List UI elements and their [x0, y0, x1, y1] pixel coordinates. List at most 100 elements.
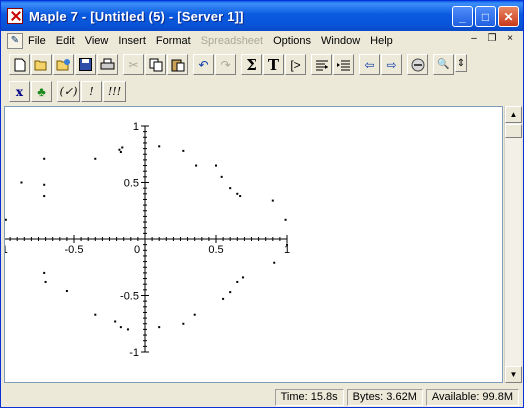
maximize-button[interactable]: □ [475, 6, 496, 27]
paste-icon[interactable] [167, 54, 188, 75]
prompt-icon[interactable]: [> [285, 54, 306, 75]
data-point [44, 280, 47, 283]
x-tick-label: -1 [5, 244, 8, 256]
menu-insert[interactable]: Insert [113, 35, 151, 47]
menu-options[interactable]: Options [268, 35, 316, 47]
data-point [126, 328, 129, 331]
x-tick-label: 0.5 [208, 244, 223, 256]
open-url-icon[interactable] [53, 54, 74, 75]
data-point [119, 150, 122, 153]
y-tick-label: -0.5 [120, 291, 139, 303]
worksheet-area[interactable]: -1 -0.5 0 0.5 1 1 0.5 -0.5 -1 [4, 106, 503, 383]
data-point [43, 183, 46, 186]
child-window-controls: – ❐ × [467, 33, 517, 44]
data-point [114, 320, 117, 323]
y-tick-label: -1 [129, 347, 139, 359]
y-tick-label: 0.5 [124, 178, 139, 190]
maple-window: Maple 7 - [Untitled (5) - [Server 1]] _ … [0, 0, 524, 408]
forward-icon[interactable]: ⇨ [381, 54, 402, 75]
exec-all-icon[interactable] [333, 54, 354, 75]
scroll-thumb[interactable] [505, 124, 522, 138]
copy-icon[interactable] [145, 54, 166, 75]
main-toolbar: ✂ ↶ ↷ Σ T [> ⇦ ⇨ 🔍 ⇕ [1, 51, 523, 78]
data-point [119, 326, 122, 329]
correct-syntax-button[interactable]: (✓) [57, 81, 80, 102]
data-point [273, 261, 276, 264]
redo-icon[interactable]: ↷ [215, 54, 236, 75]
exec-group-icon[interactable] [311, 54, 332, 75]
data-point [65, 289, 68, 292]
undo-icon[interactable]: ↶ [193, 54, 214, 75]
status-available: Available: 99.8M [425, 388, 519, 406]
zoom-icon[interactable]: 🔍 [433, 54, 454, 75]
context-toolbar: x ♣ (✓) ! !!! [1, 78, 523, 105]
data-point [118, 148, 121, 151]
child-close-button[interactable]: × [503, 33, 517, 44]
text-icon[interactable]: T [263, 54, 284, 75]
title-bar[interactable]: Maple 7 - [Untitled (5) - [Server 1]] _ … [1, 1, 523, 31]
data-point [286, 243, 288, 246]
data-point [121, 146, 124, 149]
x-tick-label: -0.5 [65, 244, 84, 256]
x-tick-label: 0 [134, 244, 140, 256]
scroll-up-button[interactable]: ▲ [505, 106, 522, 123]
data-point [193, 313, 196, 316]
data-point [182, 149, 185, 152]
data-point [215, 164, 217, 167]
document-icon[interactable]: ✎ [7, 32, 23, 49]
sum-icon[interactable]: Σ [241, 54, 262, 75]
print-icon[interactable] [97, 54, 118, 75]
menu-file[interactable]: File [23, 35, 51, 47]
data-point [236, 192, 239, 195]
close-button[interactable]: ✕ [498, 6, 519, 27]
y-tick-label: 1 [133, 121, 139, 133]
maple-leaf-icon[interactable]: ♣ [31, 81, 52, 102]
data-point [43, 195, 46, 198]
data-point [236, 280, 239, 283]
data-point [43, 157, 46, 160]
save-icon[interactable] [75, 54, 96, 75]
stop-icon[interactable] [407, 54, 428, 75]
data-point [158, 326, 161, 329]
data-point [5, 218, 7, 221]
back-icon[interactable]: ⇦ [359, 54, 380, 75]
menu-help[interactable]: Help [365, 35, 398, 47]
cut-icon[interactable]: ✂ [123, 54, 144, 75]
menu-spreadsheet[interactable]: Spreadsheet [196, 35, 268, 47]
menu-edit[interactable]: Edit [51, 35, 80, 47]
execute-button[interactable]: ! [81, 81, 102, 102]
x-tick-label: 1 [284, 244, 290, 256]
minimize-button[interactable]: _ [452, 6, 473, 27]
data-point [43, 271, 46, 274]
status-bar: Time: 15.8s Bytes: 3.62M Available: 99.8… [1, 387, 523, 407]
child-restore-button[interactable]: ❐ [485, 33, 499, 44]
open-icon[interactable] [31, 54, 52, 75]
status-bytes: Bytes: 3.62M [346, 388, 423, 406]
data-point [195, 164, 198, 167]
new-icon[interactable] [9, 54, 30, 75]
data-point [220, 175, 223, 178]
data-point [239, 195, 242, 198]
window-title: Maple 7 - [Untitled (5) - [Server 1]] [29, 8, 244, 24]
data-point [229, 187, 232, 190]
data-point [94, 313, 97, 316]
data-point [222, 297, 225, 300]
menu-window[interactable]: Window [316, 35, 365, 47]
data-point [241, 276, 244, 279]
menu-bar: ✎ File Edit View Insert Format Spreadshe… [1, 31, 523, 50]
execute-all-button[interactable]: !!! [103, 81, 126, 102]
math-input-button[interactable]: x [9, 81, 30, 102]
data-point [229, 291, 232, 294]
data-point [94, 157, 97, 160]
child-minimize-button[interactable]: – [467, 33, 481, 44]
maple-app-icon[interactable] [7, 8, 23, 24]
scatter-plot[interactable]: -1 -0.5 0 0.5 1 1 0.5 -0.5 -1 [5, 107, 503, 383]
data-point [182, 322, 185, 325]
status-time: Time: 15.8s [274, 388, 344, 406]
menu-view[interactable]: View [80, 35, 114, 47]
menu-format[interactable]: Format [151, 35, 196, 47]
window-controls: _ □ ✕ [452, 6, 519, 27]
vertical-scrollbar[interactable]: ▲ ▼ [504, 106, 522, 383]
scroll-down-button[interactable]: ▼ [505, 366, 522, 383]
toolbar-scroll-icon[interactable]: ⇕ [455, 54, 467, 72]
